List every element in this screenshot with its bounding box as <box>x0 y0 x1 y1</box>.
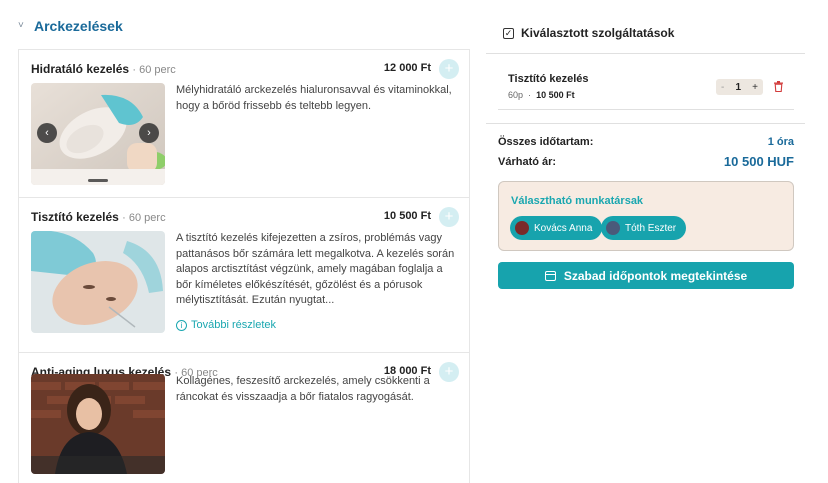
service-duration: · 60 perc <box>122 212 166 224</box>
estimated-price-row: Várható ár: 10 500 HUF <box>498 154 794 169</box>
view-slots-label: Szabad időpontok megtekintése <box>563 268 748 283</box>
checkbox-icon: ✓ <box>503 27 514 39</box>
service-name: Tisztító kezelés <box>31 210 119 224</box>
section-title: Arckezelések <box>34 18 123 34</box>
service-card-hidratalo: Hidratáló kezelés · 60 perc 12 000 Ft + <box>19 50 469 198</box>
more-details-label: További részletek <box>191 319 276 331</box>
quantity-value: 1 <box>735 81 742 93</box>
more-details-link[interactable]: i További részletek <box>176 319 276 331</box>
estimated-price-label: Várható ár: <box>498 155 557 168</box>
total-duration-label: Összes időtartam: <box>498 136 594 148</box>
service-card-anti-aging: Anti-aging luxus kezelés · 60 perc 18 00… <box>19 353 469 483</box>
selected-service-name: Tisztító kezelés <box>508 73 589 85</box>
portrait-photo <box>31 374 165 474</box>
service-price: 12 000 Ft <box>383 62 431 74</box>
add-service-button[interactable]: + <box>439 207 459 227</box>
service-description: A tisztító kezelés kifejezetten a zsíros… <box>176 232 455 306</box>
service-duration: · 60 perc <box>132 64 176 76</box>
avatar <box>515 221 529 235</box>
service-name: Hidratáló kezelés <box>31 62 130 76</box>
service-price: 10 500 Ft <box>383 210 431 222</box>
decrement-button[interactable]: - <box>721 82 724 93</box>
staff-name: Kovács Anna <box>534 222 593 234</box>
service-image <box>31 231 165 333</box>
prev-image-button[interactable]: ‹ <box>37 123 57 143</box>
increment-button[interactable]: + <box>752 82 758 93</box>
service-list: Hidratáló kezelés · 60 perc 12 000 Ft + <box>18 49 470 483</box>
avatar <box>606 221 620 235</box>
service-image <box>31 374 165 474</box>
service-title: Tisztító kezelés · 60 perc <box>31 210 166 224</box>
service-description: Mélyhidratáló arckezelés hialuronsavval … <box>176 84 452 112</box>
view-slots-button[interactable]: Szabad időpontok megtekintése <box>498 262 794 289</box>
estimated-price-value: 10 500 HUF <box>723 154 794 169</box>
divider <box>486 53 805 54</box>
section-header[interactable]: ˅ Arckezelések <box>18 18 123 34</box>
quantity-stepper: - 1 + <box>716 79 763 95</box>
total-duration-row: Összes időtartam: 1 óra <box>498 136 794 148</box>
service-title: Hidratáló kezelés · 60 perc <box>31 62 176 76</box>
selected-service-duration: 60p <box>508 90 524 100</box>
meta-separator: · <box>528 90 532 100</box>
selected-service-item: Tisztító kezelés 60p · 10 500 Ft - 1 + <box>498 62 794 110</box>
facial-cleansing-photo <box>31 231 165 333</box>
trash-icon[interactable] <box>774 81 783 93</box>
next-image-button[interactable]: › <box>139 123 159 143</box>
divider <box>486 123 805 124</box>
carousel-indicator <box>88 179 108 182</box>
service-description: Kollagénes, feszesítő arckezelés, amely … <box>176 375 430 403</box>
chevron-down-icon[interactable]: ˅ <box>18 21 28 31</box>
selected-services-title: Kiválasztott szolgáltatások <box>521 26 675 40</box>
add-service-button[interactable]: + <box>439 59 459 79</box>
staff-name: Tóth Eszter <box>625 222 677 234</box>
total-duration-value: 1 óra <box>767 136 794 148</box>
service-card-tisztito: Tisztító kezelés · 60 perc 10 500 Ft + A… <box>19 198 469 353</box>
info-icon: i <box>176 319 187 331</box>
selected-services-header: ✓ Kiválasztott szolgáltatások <box>503 26 674 40</box>
staff-title: Választható munkatársak <box>511 195 644 207</box>
staff-chip[interactable]: Tóth Eszter <box>601 216 687 240</box>
selected-service-meta: 60p · 10 500 Ft <box>508 90 575 100</box>
calendar-icon <box>544 270 556 281</box>
staff-selector: Választható munkatársak Kovács Anna Tóth… <box>498 181 794 251</box>
staff-chip[interactable]: Kovács Anna <box>510 216 603 240</box>
service-image: ‹ › <box>31 83 165 185</box>
selected-service-price: 10 500 Ft <box>536 90 575 100</box>
